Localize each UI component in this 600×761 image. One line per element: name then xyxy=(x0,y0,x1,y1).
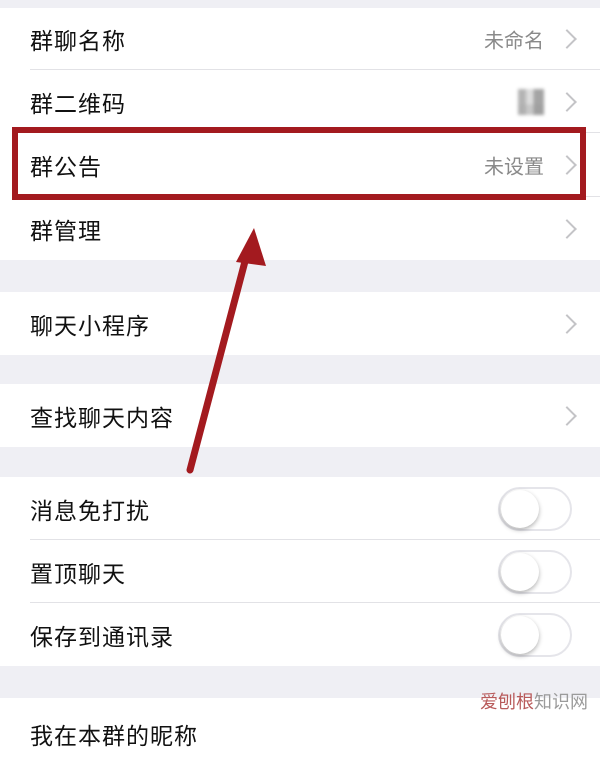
watermark-rest: 知识网 xyxy=(534,692,588,713)
watermark: 爱刨根知识网 xyxy=(480,688,588,714)
watermark-accent: 爱刨根 xyxy=(480,692,534,713)
annotation-arrow-icon xyxy=(186,228,266,474)
my-nickname-label: 我在本群的昵称 xyxy=(30,724,198,750)
